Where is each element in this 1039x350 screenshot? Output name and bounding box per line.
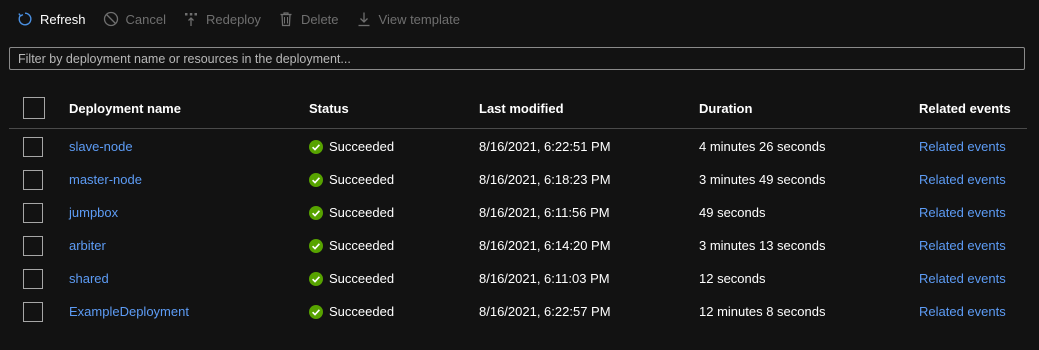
row-checkbox[interactable] xyxy=(23,268,43,289)
table-row[interactable]: slave-node Succeeded 8/16/2021, 6:22:51 … xyxy=(9,130,1027,163)
status-cell: Succeeded xyxy=(309,295,394,328)
row-checkbox[interactable] xyxy=(23,202,43,223)
row-checkbox[interactable] xyxy=(23,235,43,256)
duration-text: 12 seconds xyxy=(699,271,766,286)
success-check-icon xyxy=(309,172,323,187)
refresh-button[interactable]: Refresh xyxy=(16,0,94,38)
header-deployment-name[interactable]: Deployment name xyxy=(69,88,181,128)
deployment-name-link[interactable]: arbiter xyxy=(69,238,106,253)
view-template-button[interactable]: View template xyxy=(355,0,468,38)
status-text: Succeeded xyxy=(329,271,395,286)
table-row[interactable]: arbiter Succeeded 8/16/2021, 6:14:20 PM … xyxy=(9,229,1027,262)
view-template-label: View template xyxy=(378,11,460,27)
select-all-cell xyxy=(23,88,45,128)
cancel-icon xyxy=(102,10,120,28)
row-checkbox[interactable] xyxy=(23,301,43,322)
row-select-cell xyxy=(23,163,43,196)
status-cell: Succeeded xyxy=(309,196,394,229)
deployment-name-link[interactable]: jumpbox xyxy=(69,205,118,220)
command-bar: Refresh Cancel Redeploy Delete View temp… xyxy=(0,0,1039,38)
deployment-name-link[interactable]: ExampleDeployment xyxy=(69,304,189,319)
delete-label: Delete xyxy=(300,11,339,27)
delete-icon xyxy=(277,10,295,28)
related-events-link[interactable]: Related events xyxy=(919,205,1006,220)
success-check-icon xyxy=(309,238,323,253)
status-text: Succeeded xyxy=(329,304,395,319)
related-events-link[interactable]: Related events xyxy=(919,271,1006,286)
deployment-name-link[interactable]: master-node xyxy=(69,172,142,187)
related-events-link[interactable]: Related events xyxy=(919,238,1006,253)
related-events-link[interactable]: Related events xyxy=(919,172,1006,187)
status-text: Succeeded xyxy=(329,238,395,253)
status-cell: Succeeded xyxy=(309,262,394,295)
success-check-icon xyxy=(309,139,323,154)
header-related-events: Related events xyxy=(919,100,1011,116)
refresh-icon xyxy=(16,10,34,28)
status-cell: Succeeded xyxy=(309,163,394,196)
row-select-cell xyxy=(23,262,43,295)
duration-text: 12 minutes 8 seconds xyxy=(699,304,826,319)
duration-text: 3 minutes 49 seconds xyxy=(699,172,826,187)
cancel-label: Cancel xyxy=(125,11,166,27)
last-modified-text: 8/16/2021, 6:11:56 PM xyxy=(479,205,610,220)
duration-text: 4 minutes 26 seconds xyxy=(699,139,826,154)
header-last-modified[interactable]: Last modified xyxy=(479,88,564,128)
header-duration[interactable]: Duration xyxy=(699,88,752,128)
select-all-checkbox[interactable] xyxy=(23,97,45,119)
last-modified-text: 8/16/2021, 6:11:03 PM xyxy=(479,271,610,286)
duration-text: 3 minutes 13 seconds xyxy=(699,238,826,253)
redeploy-label: Redeploy xyxy=(206,11,261,27)
success-check-icon xyxy=(309,304,323,319)
table-body: slave-node Succeeded 8/16/2021, 6:22:51 … xyxy=(9,130,1027,328)
download-icon xyxy=(355,10,373,28)
header-status[interactable]: Status xyxy=(309,88,349,128)
delete-button[interactable]: Delete xyxy=(277,0,347,38)
deployment-name-link[interactable]: shared xyxy=(69,271,109,286)
success-check-icon xyxy=(309,205,323,220)
deployment-name-link[interactable]: slave-node xyxy=(69,139,133,154)
row-select-cell xyxy=(23,130,43,163)
table-row[interactable]: jumpbox Succeeded 8/16/2021, 6:11:56 PM … xyxy=(9,196,1027,229)
refresh-label: Refresh xyxy=(40,11,86,27)
row-checkbox[interactable] xyxy=(23,169,43,190)
status-cell: Succeeded xyxy=(309,229,394,262)
status-cell: Succeeded xyxy=(309,130,394,163)
table-row[interactable]: master-node Succeeded 8/16/2021, 6:18:23… xyxy=(9,163,1027,196)
status-text: Succeeded xyxy=(329,205,395,220)
table-header-row: Deployment name Status Last modified Dur… xyxy=(9,88,1027,129)
status-text: Succeeded xyxy=(329,139,395,154)
last-modified-text: 8/16/2021, 6:14:20 PM xyxy=(479,238,611,253)
filter-box xyxy=(9,47,1025,70)
table-row[interactable]: shared Succeeded 8/16/2021, 6:11:03 PM 1… xyxy=(9,262,1027,295)
related-events-link[interactable]: Related events xyxy=(919,304,1006,319)
cancel-button[interactable]: Cancel xyxy=(102,0,174,38)
row-select-cell xyxy=(23,229,43,262)
row-checkbox[interactable] xyxy=(23,136,43,157)
success-check-icon xyxy=(309,271,323,286)
last-modified-text: 8/16/2021, 6:22:51 PM xyxy=(479,139,611,154)
redeploy-icon xyxy=(182,10,200,28)
filter-input[interactable] xyxy=(10,49,1024,68)
redeploy-button[interactable]: Redeploy xyxy=(182,0,269,38)
row-select-cell xyxy=(23,196,43,229)
deployments-grid: Deployment name Status Last modified Dur… xyxy=(9,88,1027,328)
row-select-cell xyxy=(23,295,43,328)
related-events-link[interactable]: Related events xyxy=(919,139,1006,154)
table-row[interactable]: ExampleDeployment Succeeded 8/16/2021, 6… xyxy=(9,295,1027,328)
status-text: Succeeded xyxy=(329,172,395,187)
last-modified-text: 8/16/2021, 6:22:57 PM xyxy=(479,304,611,319)
duration-text: 49 seconds xyxy=(699,205,766,220)
last-modified-text: 8/16/2021, 6:18:23 PM xyxy=(479,172,611,187)
